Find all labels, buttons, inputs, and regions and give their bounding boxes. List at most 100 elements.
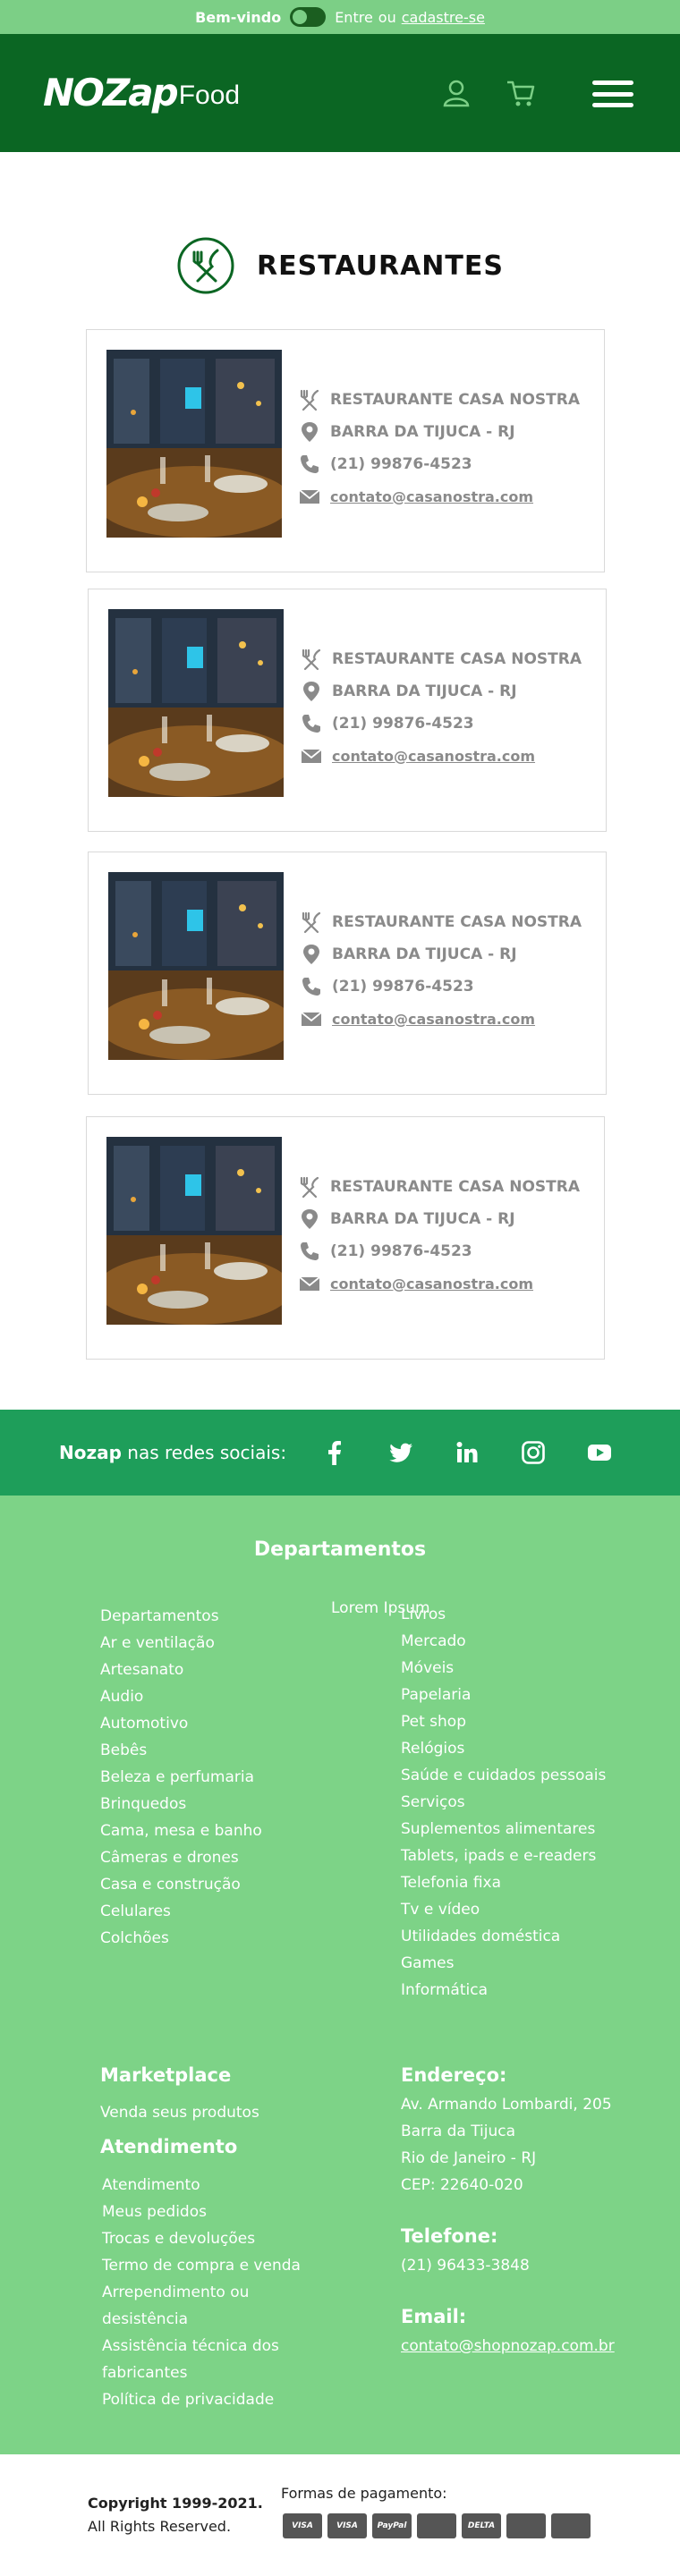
department-link[interactable]: Cama, mesa e banho	[100, 1818, 262, 1844]
department-link[interactable]: Câmeras e drones	[100, 1844, 262, 1871]
location-row: BARRA DA TIJUCA - RJ	[300, 938, 595, 970]
phone-row: (21) 99876-4523	[300, 708, 595, 740]
phone-title: Telefone:	[401, 2225, 498, 2247]
service-link[interactable]: Arrependimento ou	[102, 2279, 301, 2306]
payment-methods: VISA VISA PayPal DELTA	[283, 2513, 596, 2538]
department-link[interactable]: Brinquedos	[100, 1791, 262, 1818]
youtube-icon[interactable]	[587, 1440, 612, 1465]
department-link[interactable]: Casa e construção	[100, 1871, 262, 1898]
location-row: BARRA DA TIJUCA - RJ	[298, 416, 593, 448]
restaurant-card[interactable]: RESTAURANTE CASA NOSTRA BARRA DA TIJUCA …	[88, 852, 607, 1095]
mail-icon	[299, 489, 320, 504]
department-link[interactable]: Relógios	[401, 1735, 606, 1762]
department-link[interactable]: Artesanato	[100, 1657, 262, 1683]
department-link[interactable]: Beleza e perfumaria	[100, 1764, 262, 1791]
service-link[interactable]: fabricantes	[102, 2360, 301, 2386]
social-bar: Nozap nas redes sociais:	[0, 1410, 680, 1496]
restaurant-email[interactable]: contato@casanostra.com	[332, 748, 535, 765]
location-pin-icon	[302, 1209, 318, 1229]
phone-row: (21) 99876-4523	[298, 1235, 593, 1267]
department-link[interactable]: Colchões	[100, 1925, 262, 1952]
department-link[interactable]: Informática	[401, 1977, 606, 2004]
department-link[interactable]: Telefonia fixa	[401, 1869, 606, 1896]
email-title: Email:	[401, 2306, 467, 2327]
welcome-text: Bem-vindo	[195, 8, 282, 26]
enter-text: Entre	[335, 8, 373, 26]
department-link[interactable]: Utilidades doméstica	[401, 1923, 606, 1950]
logo-sub: Food	[178, 80, 241, 110]
phone-icon	[302, 715, 320, 733]
facebook-icon[interactable]	[322, 1440, 347, 1465]
service-link[interactable]: Meus pedidos	[102, 2199, 301, 2225]
location-pin-icon	[303, 682, 319, 701]
email-row: contato@casanostra.com	[298, 1267, 593, 1300]
department-link[interactable]: Bebês	[100, 1737, 262, 1764]
payment-card-icon: PayPal	[372, 2513, 412, 2538]
logo[interactable]: NOZap Food	[43, 68, 240, 118]
restaurant-location: BARRA DA TIJUCA - RJ	[330, 423, 515, 441]
address-line: Rio de Janeiro - RJ	[401, 2149, 537, 2167]
theme-toggle[interactable]	[290, 7, 327, 27]
user-icon[interactable]	[440, 77, 472, 109]
service-link[interactable]: Termo de compra e venda	[102, 2252, 301, 2279]
restaurant-info: RESTAURANTE CASA NOSTRA BARRA DA TIJUCA …	[298, 384, 593, 513]
department-link[interactable]: Livros	[401, 1601, 606, 1628]
menu-icon[interactable]	[592, 80, 633, 107]
service-link[interactable]: desistência	[102, 2306, 301, 2333]
departments-right-list: Livros Mercado Móveis Papelaria Pet shop Reló…	[401, 1601, 606, 2004]
department-link[interactable]: Audio	[100, 1683, 262, 1710]
email-text: contato@shopnozap.com.br	[401, 2333, 615, 2360]
phone-icon	[302, 978, 320, 996]
service-link[interactable]: Atendimento	[102, 2172, 301, 2199]
department-link[interactable]: Games	[401, 1950, 606, 1977]
mail-icon	[301, 749, 322, 763]
department-link[interactable]: Saúde e cuidados pessoais	[401, 1762, 606, 1789]
department-link[interactable]: Tv e vídeo	[401, 1896, 606, 1923]
department-link[interactable]: Ar e ventilação	[100, 1630, 262, 1657]
name-row: RESTAURANTE CASA NOSTRA	[300, 643, 595, 675]
instagram-icon[interactable]	[521, 1440, 546, 1465]
service-link[interactable]: Trocas e devoluções	[102, 2225, 301, 2252]
department-link[interactable]: Móveis	[401, 1655, 606, 1682]
restaurant-photo	[106, 1137, 282, 1325]
email-row: contato@casanostra.com	[298, 480, 593, 513]
department-link[interactable]: Celulares	[100, 1898, 262, 1925]
location-pin-icon	[302, 422, 318, 442]
service-link[interactable]: Assistência técnica dos	[102, 2333, 301, 2360]
restaurant-location: BARRA DA TIJUCA - RJ	[332, 682, 517, 700]
department-link[interactable]: Departamentos	[100, 1603, 262, 1630]
marketplace-link[interactable]: Venda seus produtos	[100, 2104, 259, 2122]
restaurant-email[interactable]: contato@casanostra.com	[330, 1275, 533, 1292]
payment-card-icon	[417, 2513, 456, 2538]
cart-icon[interactable]	[505, 77, 537, 109]
restaurant-email[interactable]: contato@casanostra.com	[330, 488, 533, 505]
cutlery-icon	[302, 911, 321, 934]
department-link[interactable]: Papelaria	[401, 1682, 606, 1708]
department-link[interactable]: Mercado	[401, 1628, 606, 1655]
restaurant-card[interactable]: RESTAURANTE CASA NOSTRA BARRA DA TIJUCA …	[86, 329, 605, 572]
departments-left-list: Departamentos Ar e ventilação Artesanato Au…	[100, 1603, 262, 1952]
name-row: RESTAURANTE CASA NOSTRA	[298, 1171, 593, 1203]
service-title: Atendimento	[100, 2136, 238, 2157]
restaurant-card[interactable]: RESTAURANTE CASA NOSTRA BARRA DA TIJUCA …	[86, 1116, 605, 1360]
department-link[interactable]: Pet shop	[401, 1708, 606, 1735]
restaurant-info: RESTAURANTE CASA NOSTRA BARRA DA TIJUCA …	[300, 906, 595, 1035]
phone-icon	[301, 1242, 319, 1260]
department-link[interactable]: Tablets, ipads e e-readers	[401, 1843, 606, 1869]
payment-label: Formas de pagamento:	[281, 2485, 447, 2502]
linkedin-icon[interactable]	[455, 1440, 480, 1465]
department-link[interactable]: Suplementos alimentares	[401, 1816, 606, 1843]
register-link[interactable]: cadastre-se	[402, 9, 485, 26]
twitter-icon[interactable]	[388, 1440, 413, 1465]
footer-email-link[interactable]: contato@shopnozap.com.br	[401, 2337, 615, 2355]
restaurant-email[interactable]: contato@casanostra.com	[332, 1011, 535, 1028]
copyright: Copyright 1999-2021. All Rights Reserved…	[88, 2492, 263, 2538]
social-icons	[322, 1440, 653, 1465]
service-link[interactable]: Política de privacidade	[102, 2386, 301, 2413]
cutlery-icon	[300, 389, 319, 411]
payment-card-icon: VISA	[327, 2513, 367, 2538]
restaurant-card[interactable]: RESTAURANTE CASA NOSTRA BARRA DA TIJUCA …	[88, 589, 607, 832]
department-link[interactable]: Automotivo	[100, 1710, 262, 1737]
department-link[interactable]: Serviços	[401, 1789, 606, 1816]
mail-icon	[301, 1012, 322, 1026]
